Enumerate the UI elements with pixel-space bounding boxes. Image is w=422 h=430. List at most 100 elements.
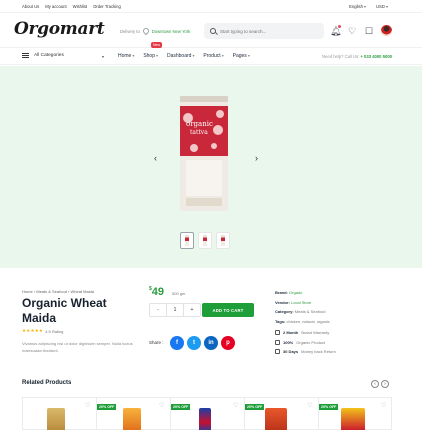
perk-warranty: 2 Month Brand Warranty <box>275 328 336 338</box>
carousel-prev-icon[interactable]: ‹ <box>371 380 379 388</box>
all-categories-button[interactable]: All Categories <box>22 53 64 58</box>
delivery-location[interactable]: Delivery to Downtown New York <box>120 26 191 36</box>
facebook-icon[interactable]: f <box>170 336 184 350</box>
decrease-button[interactable]: - <box>150 304 166 316</box>
warranty-icon <box>275 330 280 336</box>
svg-text:tattva: tattva <box>190 129 208 136</box>
search-input[interactable] <box>220 28 320 34</box>
product-title: Organic Wheat Maida <box>22 296 107 325</box>
rating-text: 4.5 Rating <box>45 328 64 334</box>
header-actions: 🔔︎ ♡ ☐ <box>330 24 392 36</box>
breadcrumb-home[interactable]: Home <box>22 289 33 294</box>
vendor-value[interactable]: Local Store <box>291 300 311 305</box>
product-rating: ★★★★★ 4.5 Rating <box>22 328 63 334</box>
nav-pages[interactable]: Pages <box>233 53 250 59</box>
gallery-prev-arrow-icon[interactable]: ‹ <box>154 154 157 163</box>
related-products-list: ♡ 20% OFF ♡ 20% OFF ♡ 20% OFF ♡ 20% OFF … <box>22 397 392 430</box>
discount-badge: 20% OFF <box>245 404 265 410</box>
product-main-image: organic tattva <box>180 96 228 211</box>
notification-bell-icon[interactable]: 🔔︎ <box>330 24 341 36</box>
product-card-image <box>199 408 211 430</box>
svg-text:organic: organic <box>186 120 213 128</box>
product-price: $49 <box>149 286 164 298</box>
link-order-tracking[interactable]: Order Tracking <box>93 4 121 9</box>
site-logo[interactable]: Orgomart <box>14 19 105 39</box>
social-share: f t in p <box>170 336 235 350</box>
carousel-next-icon[interactable]: › <box>381 380 389 388</box>
wishlist-heart-icon[interactable]: ♡ <box>381 402 386 409</box>
product-card[interactable]: 20% OFF ♡ <box>318 397 392 430</box>
share-label: Share : <box>149 340 164 345</box>
product-card-image <box>123 408 141 430</box>
currency-select[interactable]: USD <box>376 4 388 9</box>
delivery-label: Delivery to <box>120 28 140 34</box>
menu-icon <box>22 53 29 58</box>
perk-return: 30 Days Money back Return <box>275 347 336 357</box>
product-weight: 500 gm <box>172 291 186 296</box>
category-value[interactable]: Meats & Seafood <box>295 309 326 314</box>
discount-badge: 20% OFF <box>171 404 191 410</box>
link-about-us[interactable]: About Us <box>22 4 39 9</box>
wishlist-heart-icon[interactable]: ♡ <box>85 402 90 409</box>
product-card-image <box>47 408 65 430</box>
search-bar[interactable] <box>204 23 324 39</box>
product-card[interactable]: 20% OFF ♡ <box>244 397 318 430</box>
locale-selectors: English USD <box>349 4 388 9</box>
nav-product[interactable]: Product <box>203 53 223 59</box>
breadcrumb: Home › Meats & Seafood › Wheat Maida <box>22 289 95 294</box>
link-my-account[interactable]: My account <box>45 4 66 9</box>
breadcrumb-category[interactable]: Meats & Seafood <box>36 289 67 294</box>
gallery-next-arrow-icon[interactable]: › <box>255 154 258 163</box>
nav-home[interactable]: Home <box>118 53 134 59</box>
menu-items: Home Shop Dashboard Product Pages <box>118 53 250 59</box>
perk-organic: 100% Organic Product <box>275 338 336 348</box>
notification-dot <box>338 24 341 28</box>
thumbnail-3[interactable] <box>216 232 230 249</box>
quantity-stepper: - 1 + <box>149 303 201 317</box>
wishlist-heart-icon[interactable]: ♡ <box>307 402 312 409</box>
thumbnail-2[interactable] <box>198 232 212 249</box>
help-line: Need help? Call Us: + 033 4000 5000 <box>322 54 392 59</box>
product-card-image <box>341 408 365 430</box>
return-icon <box>275 349 280 355</box>
user-avatar[interactable] <box>381 25 392 36</box>
breadcrumb-current: Wheat Maida <box>70 289 95 294</box>
brand-label: Brand: <box>275 290 288 295</box>
discount-badge: 20% OFF <box>97 404 117 410</box>
cart-icon[interactable]: ☐ <box>364 26 374 36</box>
gallery-thumbnails <box>180 232 230 249</box>
tags-value[interactable]: chicken, natural, organic <box>287 319 330 324</box>
discount-badge: 20% OFF <box>319 404 339 410</box>
wishlist-heart-icon[interactable]: ♡ <box>233 402 238 409</box>
related-carousel-controls: ‹ › <box>371 380 389 388</box>
quantity-value[interactable]: 1 <box>166 304 184 316</box>
wishlist-heart-icon[interactable]: ♡ <box>347 26 357 36</box>
product-card[interactable]: 20% OFF ♡ <box>170 397 244 430</box>
wishlist-heart-icon[interactable]: ♡ <box>159 402 164 409</box>
language-select[interactable]: English <box>349 4 366 9</box>
help-phone[interactable]: + 033 4000 5000 <box>360 54 392 59</box>
chevron-down-icon: ▾ <box>102 54 105 59</box>
increase-button[interactable]: + <box>184 304 200 316</box>
product-card[interactable]: ♡ <box>22 397 96 430</box>
linkedin-icon[interactable]: in <box>204 336 218 350</box>
delivery-location-value: Downtown New York <box>151 28 191 34</box>
product-meta: Brand: Orgado Vendor: Local Store Catego… <box>275 288 336 357</box>
new-badge: New <box>151 42 163 48</box>
nav-shop[interactable]: Shop <box>143 53 158 59</box>
pinterest-icon[interactable]: p <box>221 336 235 350</box>
help-label: Need help? Call Us: <box>322 54 360 59</box>
price-value: 49 <box>151 286 165 298</box>
twitter-icon[interactable]: t <box>187 336 201 350</box>
thumbnail-1[interactable] <box>180 232 194 249</box>
add-to-cart-button[interactable]: ADD TO CART <box>202 303 254 317</box>
link-wishlist[interactable]: Wishlist <box>73 4 87 9</box>
related-products-title: Related Products <box>22 380 72 386</box>
location-pin-icon <box>141 26 151 36</box>
product-card-image <box>265 408 287 430</box>
top-links: About Us My account Wishlist Order Track… <box>22 4 121 9</box>
rating-stars-icon: ★★★★★ <box>22 328 44 333</box>
product-card[interactable]: 20% OFF ♡ <box>96 397 170 430</box>
nav-dashboard[interactable]: Dashboard <box>167 53 194 59</box>
brand-value[interactable]: Orgado <box>289 290 302 295</box>
